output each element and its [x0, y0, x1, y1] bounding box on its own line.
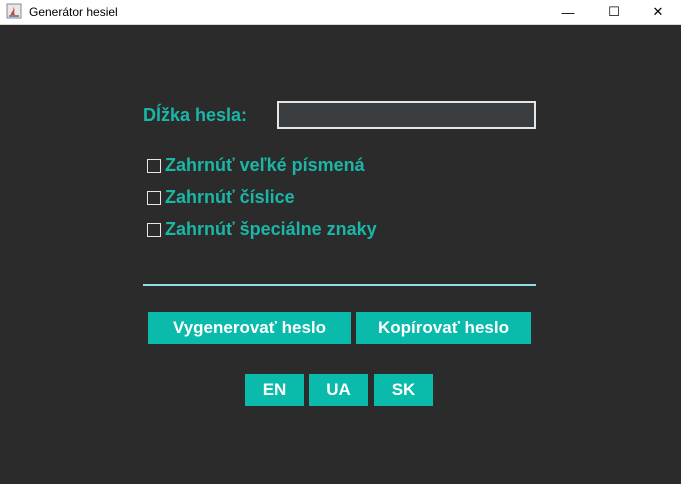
digits-option-label: Zahrnúť číslice: [165, 187, 295, 207]
main-panel: Dĺžka hesla: Zahrnúť veľké písmená Zahrn…: [0, 25, 681, 484]
minimize-icon: —: [561, 4, 575, 20]
close-icon: ✕: [652, 4, 664, 19]
title-bar: Generátor hesiel — ☐ ✕: [0, 0, 681, 25]
special-chars-checkbox[interactable]: [147, 222, 161, 237]
uppercase-option-label: Zahrnúť veľké písmená: [165, 155, 365, 175]
special-chars-option[interactable]: Zahrnúť špeciálne znaky: [147, 219, 377, 240]
password-length-input[interactable]: [277, 101, 536, 129]
language-en-button[interactable]: EN: [245, 374, 304, 406]
copy-password-button[interactable]: Kopírovať heslo: [356, 312, 531, 344]
generate-password-button[interactable]: Vygenerovať heslo: [148, 312, 351, 344]
close-button[interactable]: ✕: [635, 0, 681, 24]
digits-option[interactable]: Zahrnúť číslice: [147, 187, 295, 208]
uppercase-option[interactable]: Zahrnúť veľké písmená: [147, 155, 365, 176]
maximize-button[interactable]: ☐: [591, 0, 637, 24]
language-ua-button[interactable]: UA: [309, 374, 368, 406]
digits-checkbox[interactable]: [147, 190, 161, 205]
maximize-icon: ☐: [608, 4, 620, 19]
password-result-field[interactable]: [143, 284, 536, 286]
special-chars-option-label: Zahrnúť špeciálne znaky: [165, 219, 377, 239]
language-sk-button[interactable]: SK: [374, 374, 433, 406]
uppercase-checkbox[interactable]: [147, 158, 161, 173]
password-length-label: Dĺžka hesla:: [143, 105, 248, 125]
java-app-icon: [6, 3, 22, 19]
window-title: Generátor hesiel: [29, 5, 118, 19]
minimize-button[interactable]: —: [545, 0, 591, 24]
